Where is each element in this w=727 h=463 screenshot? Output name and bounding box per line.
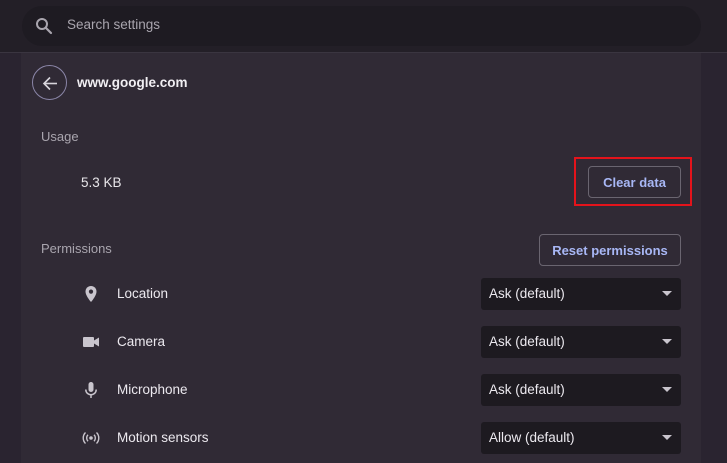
back-button[interactable] [32, 65, 67, 100]
camera-icon [81, 332, 101, 352]
dropdown-arrow-icon [662, 291, 672, 296]
location-icon [81, 284, 101, 304]
permission-label: Microphone [117, 382, 188, 397]
page-title: www.google.com [77, 75, 188, 90]
camera-select[interactable]: Ask (default) [481, 326, 681, 358]
search-icon [34, 16, 54, 36]
motion-sensors-icon [81, 428, 101, 448]
select-value: Ask (default) [489, 334, 565, 349]
reset-permissions-button[interactable]: Reset permissions [539, 234, 681, 266]
permissions-section-label: Permissions [41, 241, 112, 256]
dropdown-arrow-icon [662, 339, 672, 344]
select-value: Allow (default) [489, 430, 575, 445]
arrow-left-icon [42, 76, 57, 91]
select-value: Ask (default) [489, 382, 565, 397]
motion-sensors-select[interactable]: Allow (default) [481, 422, 681, 454]
permission-label: Location [117, 286, 169, 301]
permission-label: Motion sensors [117, 430, 209, 445]
permission-label: Camera [117, 334, 166, 349]
search-input[interactable]: Search settings [67, 17, 160, 32]
search-field[interactable]: Search settings [22, 6, 701, 46]
usage-section-label: Usage [41, 129, 79, 144]
select-value: Ask (default) [489, 286, 565, 301]
permission-row-motion-sensors: Motion sensors Allow (default) [21, 422, 701, 454]
site-settings-card: www.google.com Usage 5.3 KB Clear data P… [21, 53, 701, 463]
permission-row-microphone: Microphone Ask (default) [21, 374, 701, 406]
location-select[interactable]: Ask (default) [481, 278, 681, 310]
permission-row-location: Location Ask (default) [21, 278, 701, 310]
dropdown-arrow-icon [662, 435, 672, 440]
usage-value: 5.3 KB [81, 175, 122, 190]
highlight-box [574, 157, 692, 206]
dropdown-arrow-icon [662, 387, 672, 392]
microphone-select[interactable]: Ask (default) [481, 374, 681, 406]
microphone-icon [81, 380, 101, 400]
top-bar: Search settings [0, 0, 727, 53]
permission-row-camera: Camera Ask (default) [21, 326, 701, 358]
